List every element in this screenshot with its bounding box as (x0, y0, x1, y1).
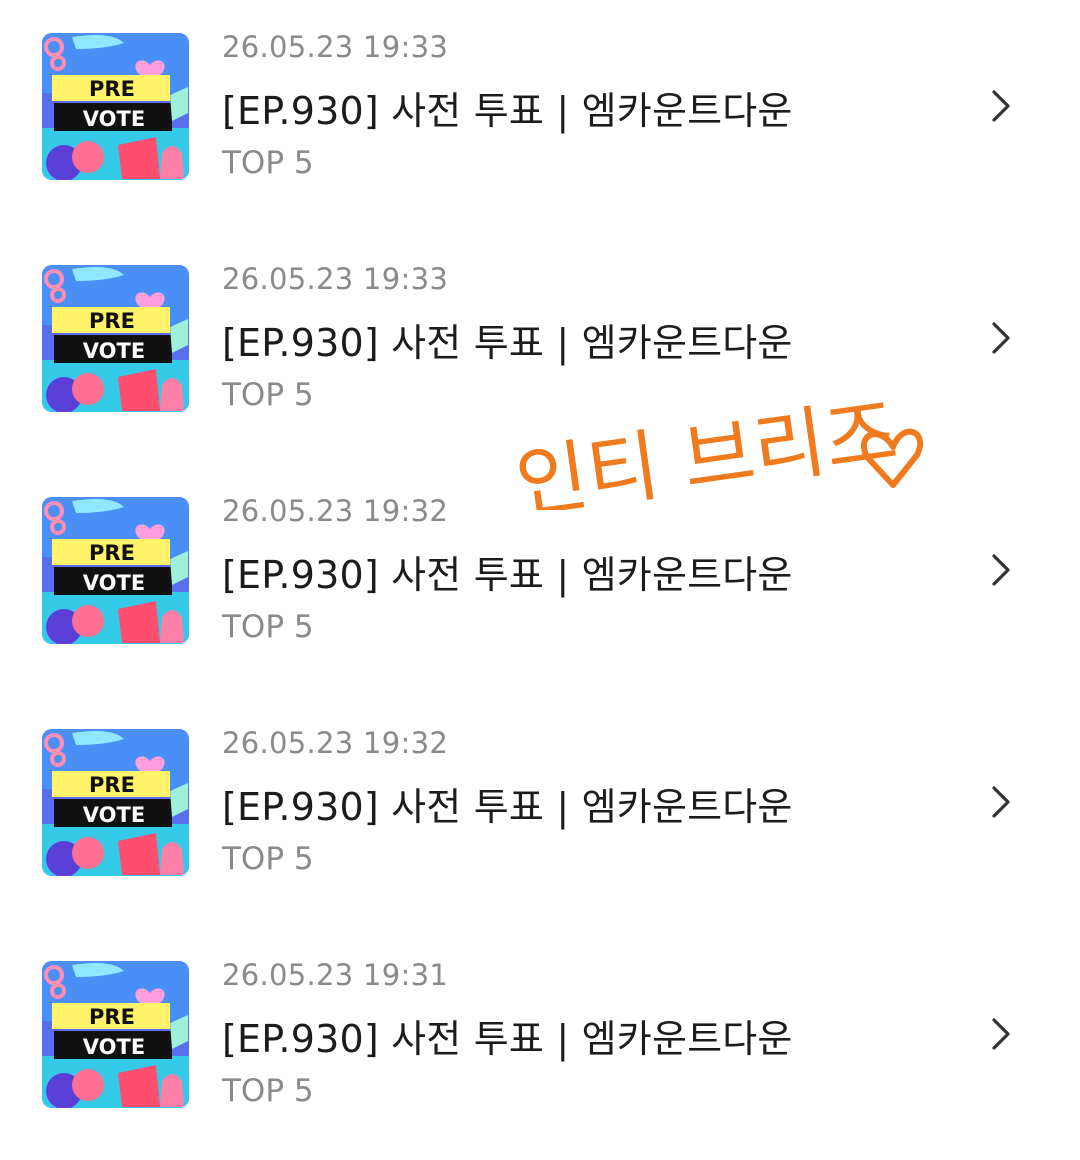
item-title: [EP.930] 사전 투표 | 엠카운트다운 (222, 785, 793, 829)
thumbnail-text-pre: PRE (89, 77, 135, 101)
thumbnail-text-vote: VOTE (83, 339, 145, 363)
item-subtitle: TOP 5 (222, 145, 314, 181)
item-subtitle: TOP 5 (222, 609, 314, 645)
item-date: 26.05.23 19:32 (222, 494, 449, 528)
item-date: 26.05.23 19:33 (222, 262, 449, 296)
item-date: 26.05.23 19:32 (222, 726, 449, 760)
chevron-right-icon[interactable] (986, 548, 1016, 592)
item-date: 26.05.23 19:31 (222, 958, 449, 992)
thumbnail-text-pre: PRE (89, 309, 135, 333)
pre-vote-history-list: PRE VOTE 26.05.23 19:33 [EP.930] 사전 투표 |… (0, 0, 1080, 1152)
item-title: [EP.930] 사전 투표 | 엠카운트다운 (222, 89, 793, 133)
list-item[interactable]: PRE VOTE 26.05.23 19:32 [EP.930] 사전 투표 |… (0, 464, 1080, 696)
pre-vote-thumbnail: PRE VOTE (42, 497, 189, 644)
thumbnail-text-vote: VOTE (83, 803, 145, 827)
list-item[interactable]: PRE VOTE 26.05.23 19:33 [EP.930] 사전 투표 |… (0, 232, 1080, 464)
thumbnail-text-pre: PRE (89, 541, 135, 565)
item-title: [EP.930] 사전 투표 | 엠카운트다운 (222, 1017, 793, 1061)
list-item[interactable]: PRE VOTE 26.05.23 19:33 [EP.930] 사전 투표 |… (0, 0, 1080, 232)
pre-vote-thumbnail: PRE VOTE (42, 729, 189, 876)
item-subtitle: TOP 5 (222, 377, 314, 413)
pre-vote-thumbnail: PRE VOTE (42, 33, 189, 180)
pre-vote-thumbnail: PRE VOTE (42, 961, 189, 1108)
thumbnail-text-vote: VOTE (83, 1035, 145, 1059)
chevron-right-icon[interactable] (986, 84, 1016, 128)
item-title: [EP.930] 사전 투표 | 엠카운트다운 (222, 553, 793, 597)
chevron-right-icon[interactable] (986, 316, 1016, 360)
thumbnail-text-pre: PRE (89, 773, 135, 797)
list-item[interactable]: PRE VOTE 26.05.23 19:31 [EP.930] 사전 투표 |… (0, 928, 1080, 1160)
item-subtitle: TOP 5 (222, 841, 314, 877)
chevron-right-icon[interactable] (986, 780, 1016, 824)
pre-vote-thumbnail: PRE VOTE (42, 265, 189, 412)
thumbnail-text-vote: VOTE (83, 107, 145, 131)
list-item[interactable]: PRE VOTE 26.05.23 19:32 [EP.930] 사전 투표 |… (0, 696, 1080, 928)
thumbnail-text-pre: PRE (89, 1005, 135, 1029)
item-date: 26.05.23 19:33 (222, 30, 449, 64)
item-title: [EP.930] 사전 투표 | 엠카운트다운 (222, 321, 793, 365)
item-subtitle: TOP 5 (222, 1073, 314, 1109)
thumbnail-text-vote: VOTE (83, 571, 145, 595)
chevron-right-icon[interactable] (986, 1012, 1016, 1056)
